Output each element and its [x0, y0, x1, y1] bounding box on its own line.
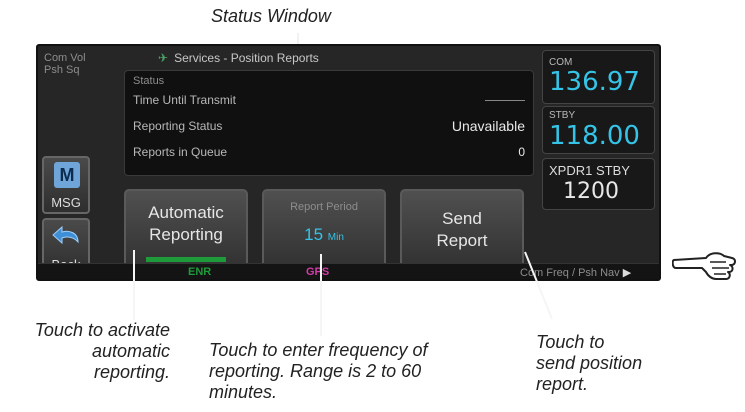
frequency-leader — [320, 254, 322, 336]
report-period-value-row: 15 Min — [264, 225, 384, 245]
automatic-line1: Automatic — [148, 203, 224, 222]
com-standby-box[interactable]: STBY 118.00 — [542, 106, 655, 154]
automatic-active-bar — [146, 257, 226, 262]
radio-column: COM 136.97 STBY 118.00 XPDR1 STBY 1200 — [539, 46, 659, 279]
frequency-callout: Touch to enter frequency of reporting. R… — [209, 340, 479, 403]
pointing-hand-icon — [672, 252, 736, 280]
gps-indicator: GPS — [306, 266, 330, 278]
bottom-status-bar: ENR GPS Com Freq / Psh Nav ▶ — [38, 263, 659, 279]
status-window: Status Time Until Transmit Reporting Sta… — [124, 70, 534, 176]
frequency-callout-line1: Touch to enter frequency of — [209, 340, 428, 360]
frequency-callout-line2: reporting. Range is 2 to 60 — [209, 361, 422, 381]
send-line2: Report — [436, 231, 488, 250]
page-title-text: Services - Position Reports — [174, 51, 319, 65]
left-column: Com Vol Psh Sq M MSG Back — [38, 46, 120, 279]
status-row-label: Reporting Status — [133, 119, 223, 133]
frequency-callout-line3: minutes. — [209, 382, 278, 402]
report-period-label: Report Period — [290, 201, 358, 213]
report-period-value: 15 — [304, 225, 324, 244]
gtn-screen: Com Vol Psh Sq M MSG Back ✈ Services - Po… — [36, 44, 661, 281]
msg-icon: M — [54, 162, 80, 188]
status-row-value: Unavailable — [451, 118, 525, 134]
send-callout: Touch to send position report. — [536, 332, 676, 395]
automatic-callout-line1: Touch to activate — [34, 320, 170, 340]
back-arrow-icon — [52, 226, 79, 245]
status-header: Status — [133, 75, 165, 87]
send-callout-line1: Touch to — [536, 332, 605, 352]
xpdr-code: 1200 — [563, 179, 619, 204]
enr-indicator: ENR — [188, 266, 212, 278]
psh-sq-text: Psh Sq — [44, 64, 80, 76]
com-freq-psh-nav-hint: Com Freq / Psh Nav ▶ — [520, 266, 631, 279]
status-row-empty-dash — [485, 100, 525, 101]
com-vol-text: Com Vol — [44, 52, 86, 64]
send-line1: Send — [442, 209, 482, 228]
stby-frequency: 118.00 — [549, 121, 640, 151]
status-window-callout: Status Window — [211, 6, 331, 26]
automatic-callout-line2: automatic — [91, 341, 170, 361]
page-title: ✈ Services - Position Reports — [158, 51, 319, 65]
automatic-callout-line3: reporting. — [93, 362, 170, 382]
automatic-callout: Touch to activate automatic reporting. — [2, 320, 170, 383]
send-callout-line3: report. — [536, 374, 589, 394]
xpdr-box[interactable]: XPDR1 STBY 1200 — [542, 158, 655, 210]
stby-label: STBY — [549, 110, 576, 121]
com-vol-label[interactable]: Com Vol Psh Sq — [44, 52, 94, 76]
automatic-reporting-button[interactable]: Automatic Reporting — [124, 189, 248, 273]
msg-button[interactable]: M MSG — [42, 156, 90, 214]
status-row-label: Reports in Queue — [133, 145, 228, 159]
status-row-label: Time Until Transmit — [133, 93, 236, 107]
send-report-button[interactable]: Send Report — [400, 189, 524, 273]
com-active-box[interactable]: COM 136.97 — [542, 50, 655, 104]
play-arrow-icon: ▶ — [622, 267, 632, 279]
automatic-leader — [133, 250, 135, 320]
report-period-unit: Min — [327, 232, 344, 243]
send-callout-line2: send position — [536, 353, 643, 373]
com-active-frequency: 136.97 — [549, 67, 640, 97]
status-row-value: 0 — [518, 145, 525, 159]
report-period-button[interactable]: Report Period 15 Min — [262, 189, 386, 273]
services-icon: ✈ — [158, 51, 169, 65]
xpdr-label: XPDR1 STBY — [549, 163, 630, 178]
automatic-line2: Reporting — [149, 225, 223, 244]
msg-label: MSG — [51, 195, 81, 210]
